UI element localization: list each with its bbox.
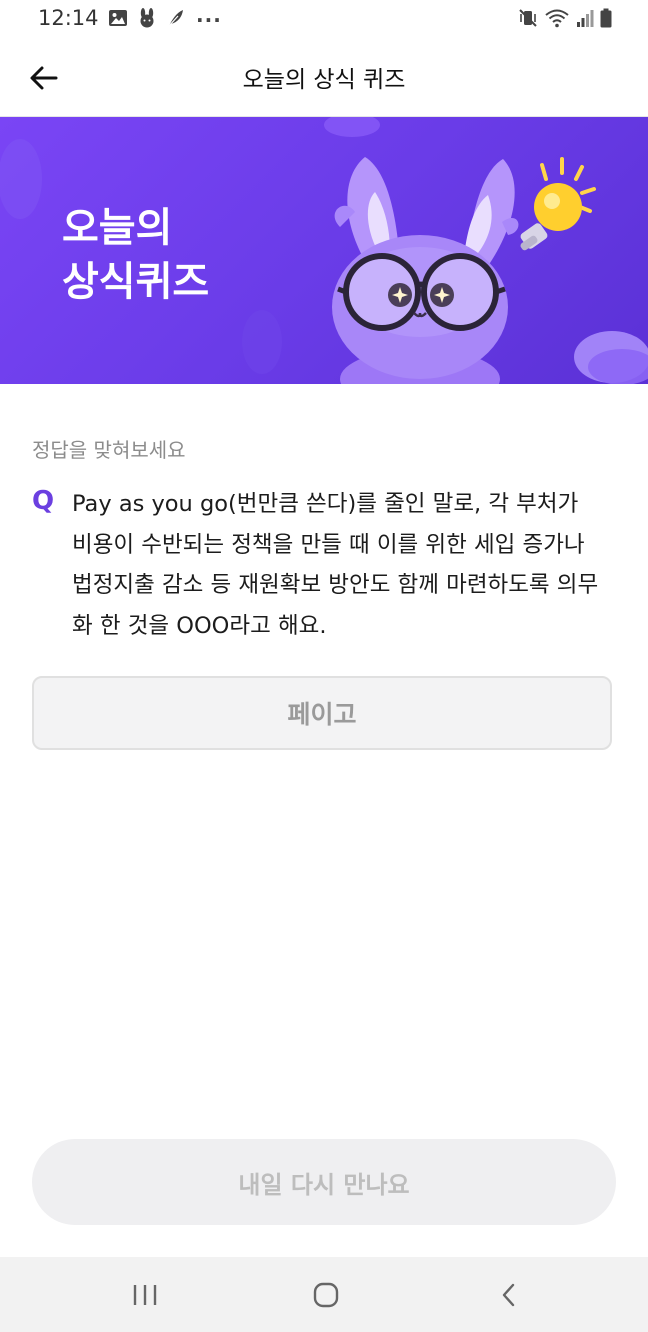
answer-text: 페이고	[287, 700, 357, 729]
more-notifications-indicator: ···	[196, 8, 222, 32]
bunny-icon	[138, 8, 156, 32]
quiz-prompt: 정답을 맞혀보세요	[32, 438, 186, 462]
answer-box: 페이고	[32, 676, 612, 750]
home-icon	[312, 1282, 340, 1313]
gallery-icon	[108, 9, 128, 31]
quiz-banner: 오늘의 상식퀴즈	[0, 117, 648, 384]
question-line: Pay as you go(번만큼 쓴다)를 줄인 말로, 각 부처가	[72, 491, 579, 517]
lightbulb-icon	[520, 157, 596, 251]
back-icon	[498, 1283, 520, 1313]
see-you-tomorrow-button[interactable]: 내일 다시 만나요	[32, 1139, 616, 1225]
recent-apps-button[interactable]	[132, 1282, 158, 1308]
signal-icon	[576, 8, 594, 32]
question-label: Q	[32, 486, 55, 516]
status-bar: 12:14 ···	[0, 0, 648, 38]
question-text: Pay as you go(번만큼 쓴다)를 줄인 말로, 각 부처가 비용이 …	[72, 484, 620, 646]
battery-icon	[600, 8, 612, 32]
page-title: 오늘의 상식 퀴즈	[242, 67, 406, 93]
banner-title-line1: 오늘의	[62, 205, 173, 251]
nav-back-button[interactable]	[498, 1281, 520, 1309]
see-you-tomorrow-label: 내일 다시 만나요	[238, 1170, 410, 1199]
home-button[interactable]	[312, 1281, 340, 1309]
question-line: 화 한 것을 OOO라고 해요.	[72, 612, 327, 639]
banner-title-line2: 상식퀴즈	[62, 259, 210, 305]
recent-apps-icon	[132, 1285, 158, 1312]
system-nav-bar	[0, 1257, 648, 1332]
question-line: 법정지출 감소 등 재원확보 방안도 함께 마련하도록 의무	[72, 572, 599, 598]
wifi-icon	[544, 8, 570, 32]
banner-title: 오늘의 상식퀴즈	[62, 201, 209, 309]
question-line: 비용이 수반되는 정책을 만들 때 이를 위한 세입 증가나	[72, 531, 585, 558]
feather-icon	[166, 8, 186, 32]
app-bar: 오늘의 상식 퀴즈	[0, 38, 648, 117]
status-time: 12:14	[38, 6, 99, 30]
mute-vibrate-icon	[518, 8, 538, 32]
